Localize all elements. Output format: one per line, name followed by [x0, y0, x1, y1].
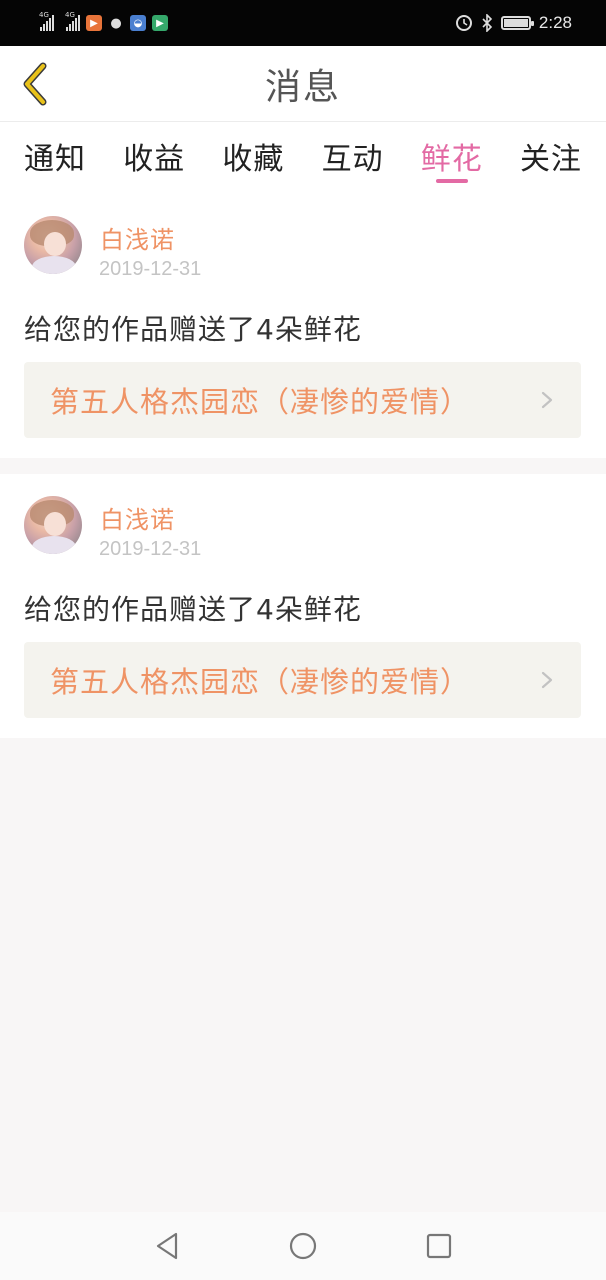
alarm-icon	[455, 15, 472, 31]
username[interactable]: 白浅诺	[100, 500, 175, 535]
page-title: 消息	[264, 66, 341, 108]
avatar[interactable]	[24, 216, 82, 274]
status-left: 4G 4G ▶ ● ◒ ▶	[39, 11, 168, 31]
circle-home-icon	[289, 1232, 317, 1260]
tab-follows[interactable]: 关注	[520, 122, 582, 194]
nav-recents-button[interactable]	[422, 1229, 456, 1263]
tab-notifications[interactable]: 通知	[24, 122, 86, 194]
chevron-left-icon	[23, 62, 47, 106]
message-date: 2019-12-31	[99, 538, 202, 560]
tab-interactions[interactable]: 互动	[322, 122, 384, 194]
network-type-label: 4G	[39, 11, 49, 19]
bluetooth-icon	[482, 14, 493, 32]
system-nav-bar	[0, 1212, 606, 1280]
nav-back-button[interactable]	[150, 1229, 184, 1263]
message-text: 给您的作品赠送了4朵鲜花	[24, 593, 362, 626]
app-icon: ◒	[130, 15, 146, 31]
signal-icon: 4G	[39, 11, 54, 31]
wechat-icon: ●	[110, 15, 122, 31]
square-recents-icon	[426, 1233, 452, 1259]
tab-bar: 通知 收益 收藏 互动 鲜花 关注	[0, 122, 606, 194]
back-button[interactable]	[14, 60, 54, 108]
tab-flowers[interactable]: 鲜花	[421, 122, 483, 194]
triangle-back-icon	[156, 1232, 178, 1260]
message-card: 白浅诺 2019-12-31 给您的作品赠送了4朵鲜花 第五人格杰园恋（凄惨的爱…	[0, 474, 606, 738]
status-right: 2:28	[455, 13, 572, 33]
work-title: 第五人格杰园恋（凄惨的爱情）	[50, 385, 471, 419]
work-link[interactable]: 第五人格杰园恋（凄惨的爱情）	[24, 362, 581, 438]
network-type-label: 4G	[65, 11, 75, 19]
nav-home-button[interactable]	[286, 1229, 320, 1263]
message-date: 2019-12-31	[99, 258, 202, 280]
status-bar: 4G 4G ▶ ● ◒ ▶ 2:28	[0, 0, 606, 46]
work-link[interactable]: 第五人格杰园恋（凄惨的爱情）	[24, 642, 581, 718]
username[interactable]: 白浅诺	[100, 220, 175, 255]
message-text: 给您的作品赠送了4朵鲜花	[24, 313, 362, 346]
tab-earnings[interactable]: 收益	[123, 122, 185, 194]
chevron-right-icon	[541, 391, 553, 409]
video-app-icon: ▶	[86, 15, 102, 31]
message-card: 白浅诺 2019-12-31 给您的作品赠送了4朵鲜花 第五人格杰园恋（凄惨的爱…	[0, 194, 606, 458]
chevron-right-icon	[541, 671, 553, 689]
signal-icon: 4G	[65, 11, 80, 31]
battery-icon	[500, 16, 534, 30]
avatar[interactable]	[24, 496, 82, 554]
work-title: 第五人格杰园恋（凄惨的爱情）	[50, 665, 471, 699]
clock: 2:28	[538, 13, 572, 32]
play-store-icon: ▶	[152, 15, 168, 31]
tab-favorites[interactable]: 收藏	[222, 122, 284, 194]
header: 消息	[0, 46, 606, 122]
